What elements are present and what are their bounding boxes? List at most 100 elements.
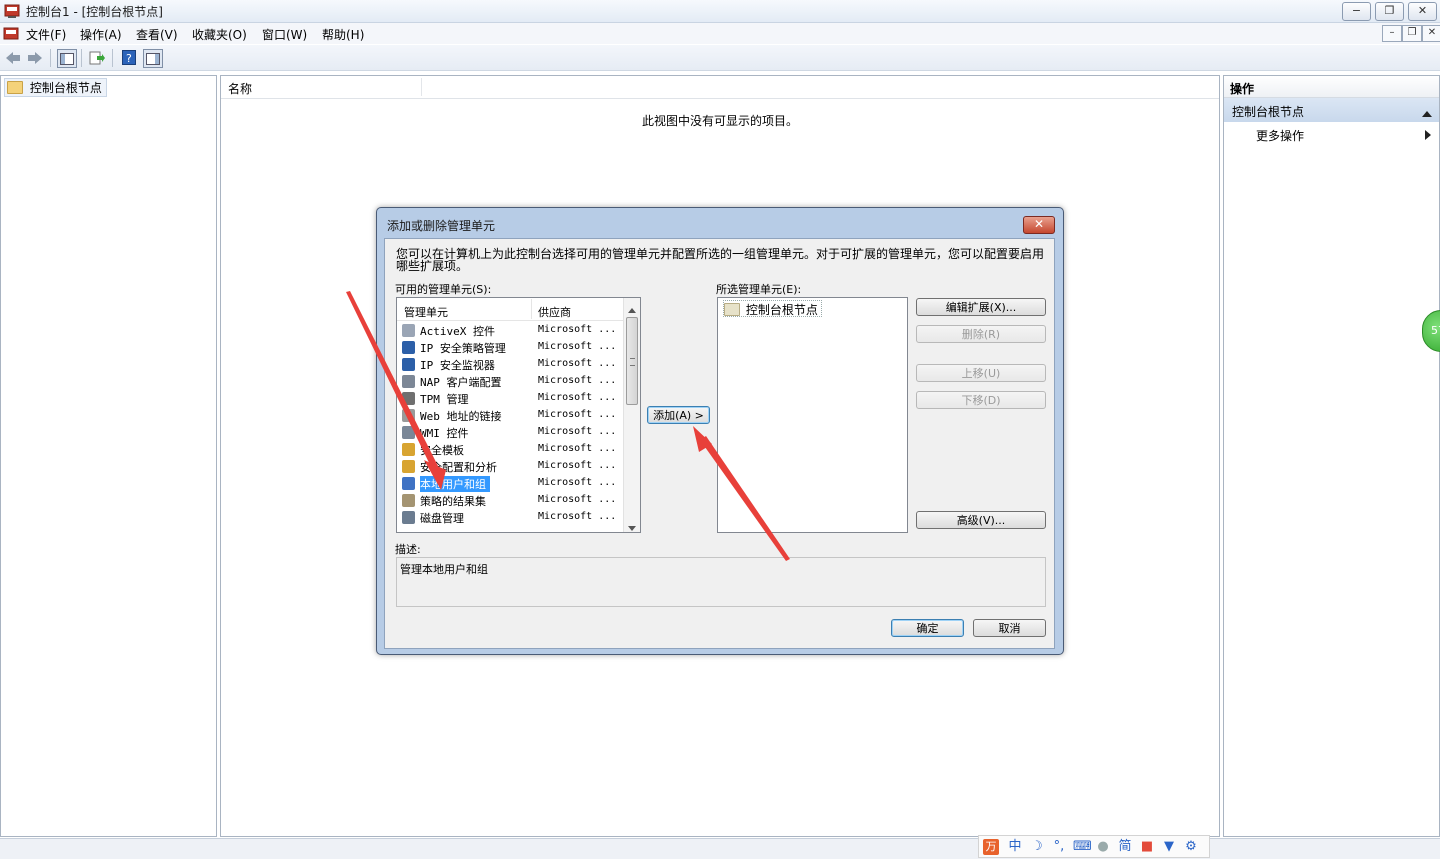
column-snapin-header[interactable]: 管理单元 [404,304,448,320]
snapin-name: IP 安全策略管理 [420,342,506,355]
ime-logo-icon[interactable]: 万 [983,839,999,855]
console-tree-pane: 控制台根节点 [0,75,217,837]
snapin-list-item[interactable]: IP 安全监视器 Microsoft ... [398,356,623,373]
menu-file[interactable]: 文件(F) [26,26,66,43]
selected-snapins-label: 所选管理单元(E): [716,283,802,296]
description-box: 管理本地用户和组 [396,557,1046,607]
folder-icon [7,81,23,94]
snapin-vendor: Microsoft ... [538,477,617,488]
remove-button[interactable]: 删除(R) [916,325,1046,343]
dialog-body: 您可以在计算机上为此控制台选择可用的管理单元并配置所选的一组管理单元。对于可扩展… [384,238,1055,649]
help-icon[interactable]: ? [120,49,138,66]
list-scrollbar[interactable] [623,298,640,532]
snapin-list-item[interactable]: Web 地址的链接 Microsoft ... [398,407,623,424]
snapin-list-item[interactable]: 本地用户和组 Microsoft ... [398,475,623,492]
snapin-vendor: Microsoft ... [538,426,617,437]
skin-shirt-icon[interactable]: ▼ [1161,839,1177,855]
snapin-list-item[interactable]: 磁盘管理 Microsoft ... [398,509,623,526]
menu-action[interactable]: 操作(A) [80,26,122,43]
available-snapins-list[interactable]: 管理单元 供应商 ActiveX 控件 Microsoft ... IP 安全策略管… [396,297,641,533]
mdi-restore-button[interactable]: ❐ [1402,25,1422,42]
menu-help[interactable]: 帮助(H) [322,26,364,43]
window-title: 控制台1 - [控制台根节点] [26,5,163,19]
ime-toolbar: 万 中 ☽ °, ⌨ ● 简 ■ ▼ ⚙ [978,835,1210,858]
dialog-title: 添加或删除管理单元 [387,219,496,233]
status-bar [0,838,1440,859]
selected-root-node[interactable]: 控制台根节点 [723,300,822,317]
move-up-button[interactable]: 上移(U) [916,364,1046,382]
document-icon[interactable] [3,26,19,45]
export-list-icon[interactable] [88,49,106,66]
snapin-icon [402,460,415,473]
snapin-list-item[interactable]: IP 安全策略管理 Microsoft ... [398,339,623,356]
mdi-minimize-button[interactable]: – [1382,25,1402,42]
snapin-name: 安全配置和分析 [420,461,497,474]
back-arrow-icon[interactable] [4,49,22,66]
action-pane: 操作 控制台根节点 更多操作 [1223,75,1440,837]
snapin-list-item[interactable]: TPM 管理 Microsoft ... [398,390,623,407]
menu-favorites[interactable]: 收藏夹(O) [192,26,247,43]
ime-chinese-mode[interactable]: 中 [1007,839,1023,855]
video-icon[interactable]: ■ [1139,839,1155,855]
scroll-up-arrow-icon[interactable] [628,302,636,316]
ok-button[interactable]: 确定 [891,619,964,637]
snapin-name: WMI 控件 [420,427,469,440]
ime-simplified-mode[interactable]: 简 [1117,839,1133,855]
menu-view[interactable]: 查看(V) [136,26,178,43]
snapin-name: NAP 客户端配置 [420,376,502,389]
snapin-icon [402,494,415,507]
snapin-icon [402,392,415,405]
toolbar-separator [81,49,82,67]
restore-button[interactable]: ❐ [1375,2,1404,21]
snapin-vendor: Microsoft ... [538,324,617,335]
snapin-name: ActiveX 控件 [420,325,495,338]
toolbar-separator [50,49,51,67]
snapin-list-item[interactable]: 安全配置和分析 Microsoft ... [398,458,623,475]
snapin-list-item[interactable]: 策略的结果集 Microsoft ... [398,492,623,509]
snapin-vendor: Microsoft ... [538,341,617,352]
collapse-triangle-icon[interactable] [1422,106,1432,120]
column-name-header[interactable]: 名称 [228,80,252,97]
punctuation-icon[interactable]: °, [1051,839,1067,855]
submenu-arrow-icon [1425,129,1431,143]
dialog-close-button[interactable]: ✕ [1023,216,1055,234]
show-hide-tree-icon[interactable] [57,49,77,68]
description-label: 描述: [395,543,421,556]
snapin-list-item[interactable]: NAP 客户端配置 Microsoft ... [398,373,623,390]
column-vendor-header[interactable]: 供应商 [538,304,571,320]
keyboard-icon[interactable]: ⌨ [1073,839,1092,855]
snapin-icon [402,426,415,439]
snapin-vendor: Microsoft ... [538,460,617,471]
advanced-button[interactable]: 高级(V)... [916,511,1046,529]
more-actions-item[interactable]: 更多操作 [1224,124,1439,144]
snapin-vendor: Microsoft ... [538,494,617,505]
snapin-vendor: Microsoft ... [538,375,617,386]
moon-icon[interactable]: ☽ [1029,839,1045,855]
action-section-header[interactable]: 控制台根节点 [1224,98,1439,122]
column-divider[interactable] [421,78,422,96]
add-button[interactable]: 添加(A) > [647,406,710,424]
user-icon[interactable]: ● [1095,839,1111,855]
snapin-name: 本地用户和组 [420,476,490,492]
show-hide-action-pane-icon[interactable] [143,49,163,68]
move-down-button[interactable]: 下移(D) [916,391,1046,409]
add-remove-snapins-dialog: 添加或删除管理单元 ✕ 您可以在计算机上为此控制台选择可用的管理单元并配置所选的… [376,207,1064,655]
settings-gear-icon[interactable]: ⚙ [1183,839,1199,855]
mdi-close-button[interactable]: ✕ [1422,25,1440,42]
scroll-thumb[interactable] [626,317,638,405]
column-divider[interactable] [531,299,532,319]
minimize-button[interactable]: − [1342,2,1371,21]
snapin-list-item[interactable]: WMI 控件 Microsoft ... [398,424,623,441]
forward-arrow-icon[interactable] [26,49,44,66]
mmc-app-icon[interactable] [4,3,20,18]
close-button[interactable]: ✕ [1408,2,1437,21]
list-column-header: 管理单元 供应商 [397,298,623,321]
selected-snapins-tree[interactable]: 控制台根节点 [717,297,908,533]
snapin-list-item[interactable]: ActiveX 控件 Microsoft ... [398,322,623,339]
menu-window[interactable]: 窗口(W) [262,26,307,43]
scroll-down-arrow-icon[interactable] [628,520,636,532]
tree-root-node[interactable]: 控制台根节点 [4,78,107,97]
edit-extensions-button[interactable]: 编辑扩展(X)... [916,298,1046,316]
snapin-list-item[interactable]: 安全模板 Microsoft ... [398,441,623,458]
cancel-button[interactable]: 取消 [973,619,1046,637]
